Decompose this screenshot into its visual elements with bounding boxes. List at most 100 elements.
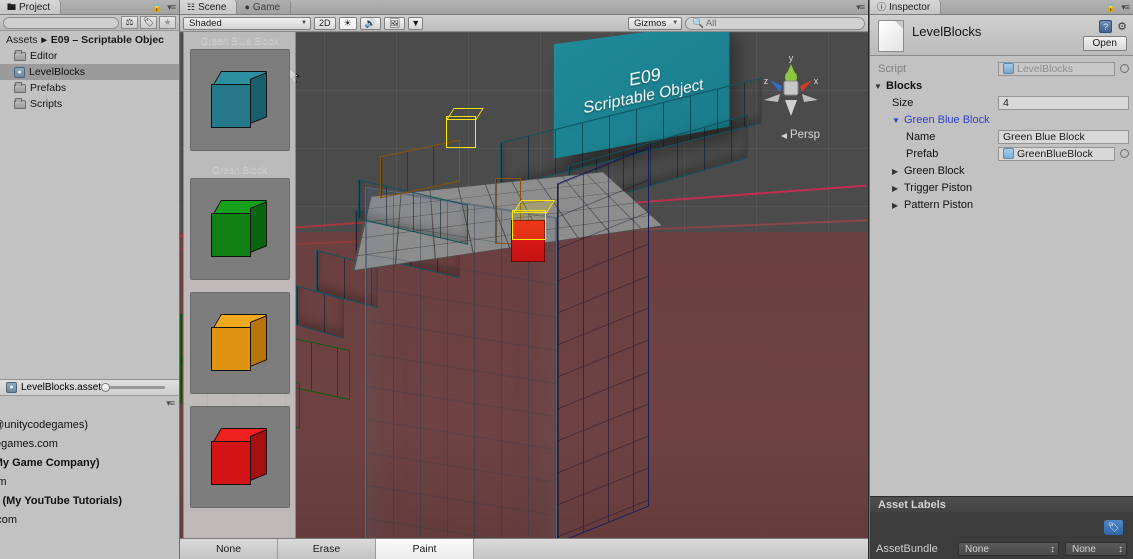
scene-lighting-button[interactable]: ☀ bbox=[339, 17, 357, 30]
script-picker-icon[interactable] bbox=[1120, 64, 1129, 73]
blocks-label-wrap: ▼ Blocks bbox=[870, 80, 998, 92]
asset-labels-header[interactable]: Asset Labels bbox=[870, 496, 1133, 512]
scene-panel: ☷ Scene ● Game ▾≡ Shaded ▼ 2D ☀ � bbox=[180, 0, 868, 559]
name-label: Name bbox=[870, 131, 998, 143]
tab-scene[interactable]: ☷ Scene bbox=[180, 0, 237, 14]
open-button[interactable]: Open bbox=[1083, 36, 1127, 51]
lock-icon[interactable]: 🔒 bbox=[1105, 2, 1116, 13]
folder-icon: 🖿 bbox=[7, 3, 16, 12]
project-asset-tree[interactable]: Editor ● LevelBlocks Prefabs Scripts bbox=[0, 48, 179, 379]
cube-icon bbox=[211, 200, 269, 258]
element-label-wrap: ▶ Trigger Piston bbox=[870, 182, 998, 194]
paint-mode-none-button[interactable]: None bbox=[180, 539, 278, 559]
label-filter-icon[interactable]: 🏷 bbox=[140, 16, 157, 29]
palette-swatch-green-blue-block[interactable] bbox=[190, 49, 290, 151]
gizmo-axis-y-label: y bbox=[789, 53, 794, 63]
toggle-2d-button[interactable]: 2D bbox=[314, 17, 336, 30]
chevron-updown-icon: ↕ bbox=[1050, 544, 1055, 555]
foldout-closed-icon[interactable]: ▶ bbox=[892, 167, 904, 176]
tree-item-levelblocks[interactable]: ● LevelBlocks bbox=[0, 64, 179, 80]
palette-swatch-pattern-piston[interactable] bbox=[190, 406, 290, 508]
tab-scene-label: Scene bbox=[198, 2, 226, 13]
scene-effects-dropdown[interactable]: ▼ bbox=[408, 17, 423, 30]
paint-mode-paint-button[interactable]: Paint bbox=[376, 539, 474, 559]
scene-viewport[interactable]: E09 Scriptable Object y x z ◂ Persp Gree… bbox=[180, 32, 868, 559]
assetbundle-dropdown[interactable]: None ↕ bbox=[958, 542, 1059, 556]
row-name: Name Green Blue Block bbox=[870, 128, 1133, 145]
breadcrumb-root[interactable]: Assets bbox=[6, 34, 38, 46]
prefab-label: Prefab bbox=[870, 148, 998, 160]
row-blocks-array[interactable]: ▼ Blocks bbox=[870, 77, 1133, 94]
scene-search-placeholder: All bbox=[706, 18, 717, 29]
tab-game[interactable]: ● Game bbox=[237, 0, 291, 14]
script-object-field[interactable]: LevelBlocks bbox=[998, 62, 1115, 76]
panel-menu-icon[interactable]: ▾≡ bbox=[167, 2, 175, 13]
assetbundle-variant-dropdown[interactable]: None ↕ bbox=[1065, 542, 1127, 556]
scene-tabbar-controls: ▾≡ bbox=[856, 0, 868, 14]
row-element-pattern-piston[interactable]: ▶ Pattern Piston bbox=[870, 196, 1133, 213]
palette-swatch-green-block[interactable] bbox=[190, 178, 290, 280]
script-asset-icon bbox=[1003, 63, 1014, 74]
image-effects-icon: 🖼 bbox=[389, 18, 400, 29]
tab-inspector[interactable]: ⓘ Inspector bbox=[870, 0, 941, 14]
cube-icon bbox=[211, 71, 269, 129]
favorite-filter-icon[interactable]: ★ bbox=[159, 16, 176, 29]
scene-orientation-gizmo[interactable]: y x z bbox=[752, 50, 830, 128]
row-element-green-block[interactable]: ▶ Green Block bbox=[870, 162, 1133, 179]
size-input[interactable]: 4 bbox=[998, 96, 1129, 110]
foldout-closed-icon[interactable]: ▶ bbox=[892, 184, 904, 193]
label-tag-icon[interactable]: 🏷 bbox=[1104, 520, 1123, 535]
block-palette[interactable]: Green Blue Block Green Block bbox=[183, 32, 296, 559]
slider-knob[interactable] bbox=[101, 383, 110, 392]
scene-search-input[interactable]: 🔍 All bbox=[685, 17, 865, 30]
gear-icon[interactable]: ⚙ bbox=[1117, 20, 1127, 33]
draw-mode-dropdown[interactable]: Shaded ▼ bbox=[183, 17, 311, 30]
scene-audio-button[interactable]: 🔊 bbox=[360, 17, 381, 30]
panel-menu-icon[interactable]: ▾≡ bbox=[166, 398, 174, 409]
projection-mode-label[interactable]: ◂ Persp bbox=[781, 128, 820, 142]
tab-project-label: Project bbox=[19, 2, 50, 13]
tab-project[interactable]: 🖿 Project bbox=[0, 0, 61, 14]
scene-effects-button[interactable]: 🖼 bbox=[384, 17, 405, 30]
panel-menu-icon[interactable]: ▾≡ bbox=[1121, 2, 1129, 13]
tree-item-editor[interactable]: Editor bbox=[0, 48, 179, 64]
tree-item-label: Scripts bbox=[30, 98, 62, 110]
prefab-picker-icon[interactable] bbox=[1120, 149, 1129, 158]
tree-item-label: LevelBlocks bbox=[29, 66, 85, 78]
object-filter-icon[interactable]: ⚖ bbox=[121, 16, 138, 29]
gizmos-dropdown[interactable]: Gizmos ▼ bbox=[628, 17, 682, 30]
scene-tabbar: ☷ Scene ● Game ▾≡ bbox=[180, 0, 868, 15]
row-element-trigger-piston[interactable]: ▶ Trigger Piston bbox=[870, 179, 1133, 196]
palette-label-0: Green Blue Block bbox=[184, 34, 295, 49]
foldout-open-icon[interactable]: ▼ bbox=[892, 116, 904, 125]
panel-menu-icon[interactable]: ▾≡ bbox=[856, 2, 864, 13]
cube-icon bbox=[211, 428, 269, 486]
breadcrumb: Assets ▸ E09 – Scriptable Objec bbox=[0, 31, 179, 48]
inspector-tabbar: ⓘ Inspector 🔒 ▾≡ bbox=[870, 0, 1133, 15]
project-search-input[interactable] bbox=[3, 17, 119, 29]
foldout-closed-icon[interactable]: ▶ bbox=[892, 201, 904, 210]
credit-line: Twitter (@unitycodegames) bbox=[0, 416, 179, 435]
scene-toolbar: Shaded ▼ 2D ☀ 🔊 🖼 ▼ Gizmos ▼ 🔍 All bbox=[180, 15, 868, 32]
blocks-label: Blocks bbox=[886, 80, 922, 92]
tree-item-scripts[interactable]: Scripts bbox=[0, 96, 179, 112]
element-label: Pattern Piston bbox=[904, 199, 973, 211]
row-element-green-blue-block[interactable]: ▼ Green Blue Block bbox=[870, 111, 1133, 128]
paint-mode-erase-button[interactable]: Erase bbox=[278, 539, 376, 559]
project-tabbar: 🖿 Project 🔒 ▾≡ bbox=[0, 0, 179, 15]
help-book-icon[interactable]: ? bbox=[1099, 20, 1112, 33]
prefab-object-field[interactable]: GreenBlueBlock bbox=[998, 147, 1115, 161]
foldout-open-icon[interactable]: ▼ bbox=[874, 82, 886, 91]
lock-icon[interactable]: 🔒 bbox=[151, 2, 162, 13]
speaker-icon: 🔊 bbox=[365, 18, 376, 29]
icon-size-slider[interactable] bbox=[105, 386, 165, 389]
info-circle-icon: ⓘ bbox=[877, 3, 886, 12]
project-toolbar: ⚖ 🏷 ★ bbox=[0, 15, 179, 31]
credit-line: unitycodegames.com bbox=[0, 435, 179, 454]
paint-mode-bar: None Erase Paint bbox=[180, 538, 868, 559]
unity-editor-window: 🖿 Project 🔒 ▾≡ ⚖ 🏷 ★ Assets ▸ E09 – Scri… bbox=[0, 0, 1133, 559]
palette-swatch-trigger-piston[interactable] bbox=[190, 292, 290, 394]
game-pad-icon: ● bbox=[244, 3, 249, 12]
name-input[interactable]: Green Blue Block bbox=[998, 130, 1129, 144]
tree-item-prefabs[interactable]: Prefabs bbox=[0, 80, 179, 96]
